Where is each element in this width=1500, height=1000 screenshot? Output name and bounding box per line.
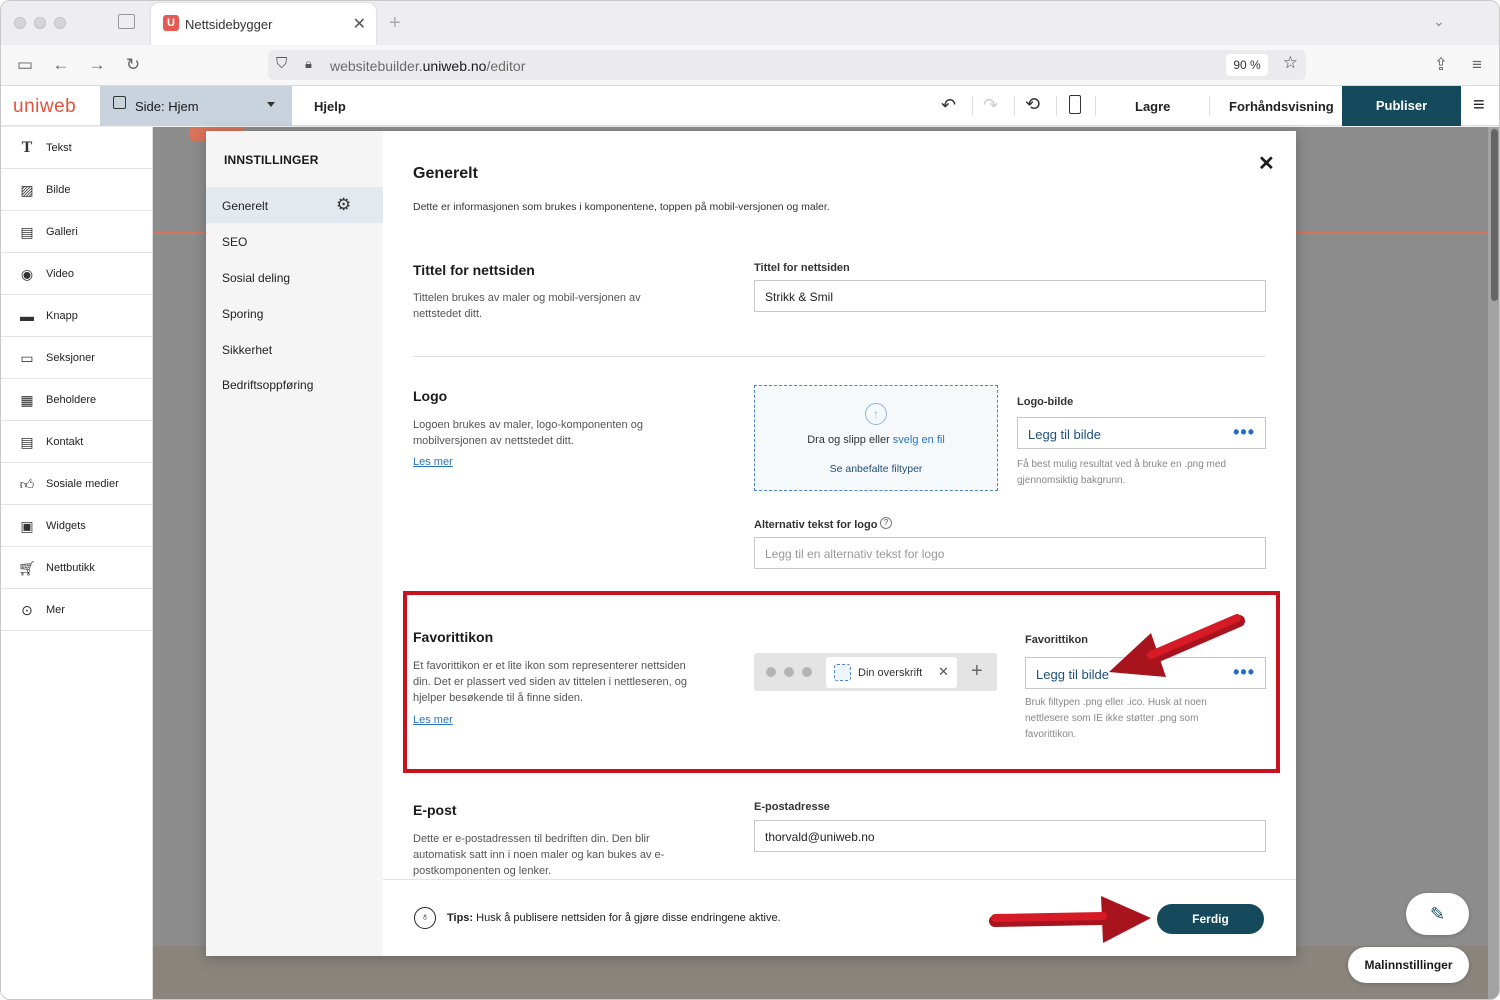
arrow-to-done-button [989,896,1151,943]
browser-window: U Nettsidebygger ✕ + ⌄ ▭ ← → ↻ ⛉ 🔒︎ webs… [0,0,1500,1000]
arrow-to-favicon-button [1109,614,1245,677]
annotation-arrows [989,614,1245,943]
